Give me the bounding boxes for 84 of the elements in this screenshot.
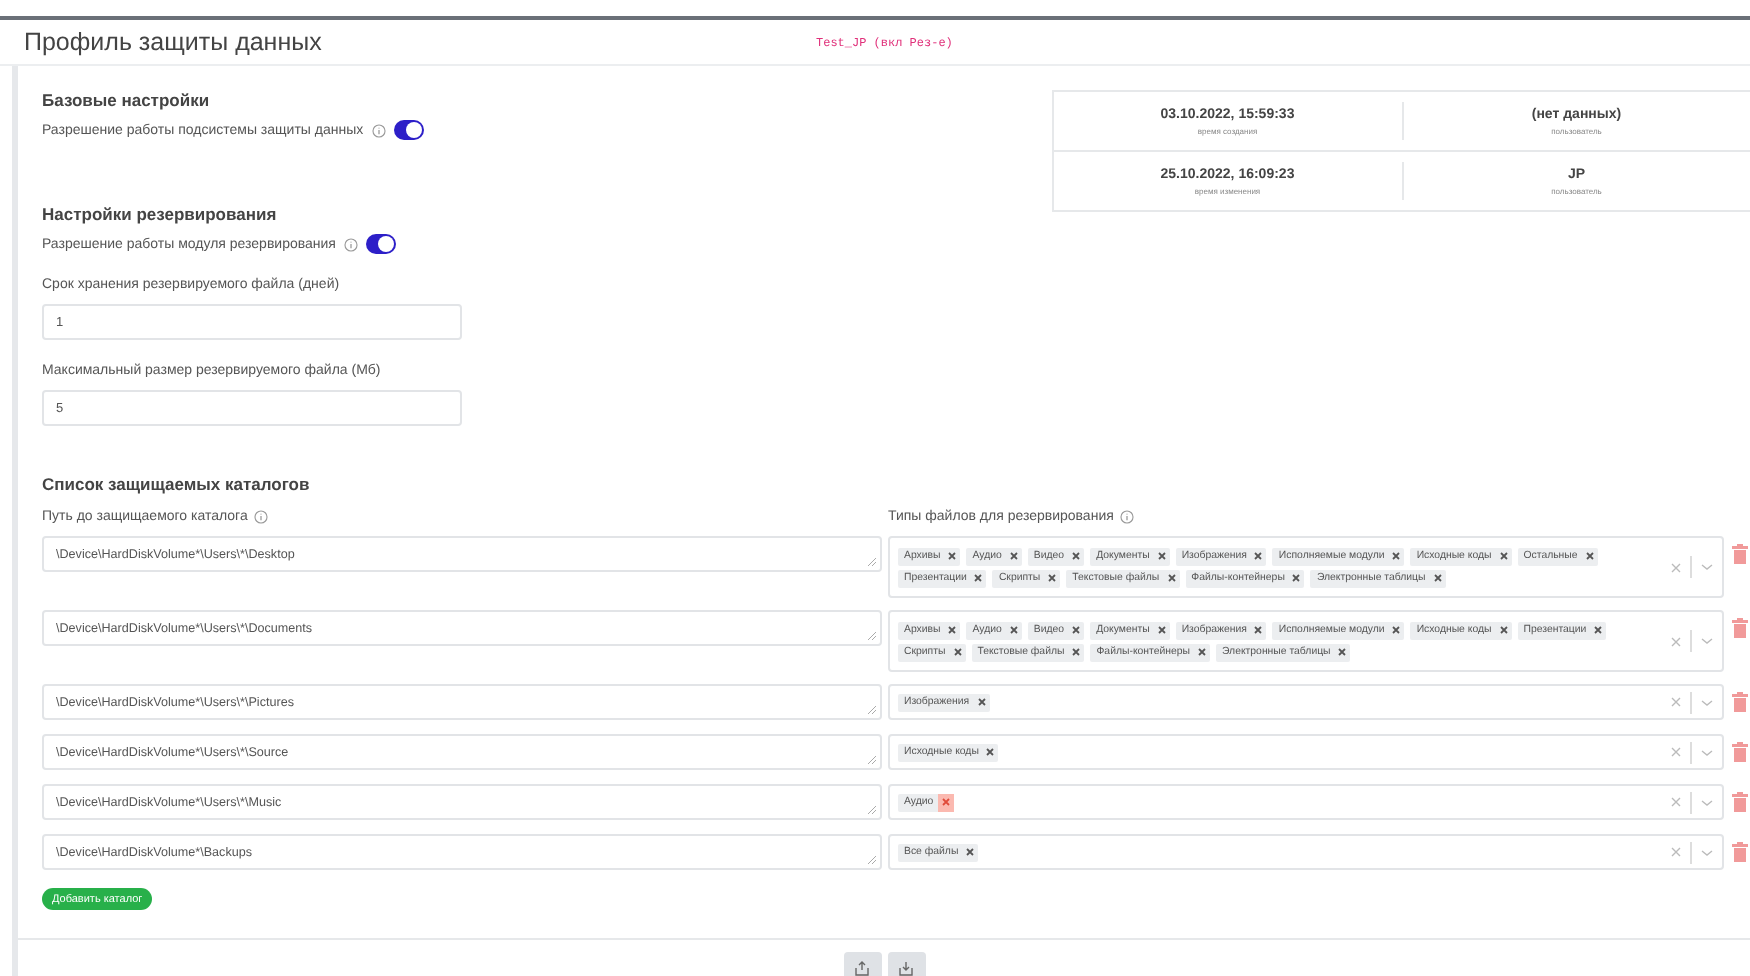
close-icon: [1009, 626, 1018, 634]
page-title: Профиль защиты данных: [24, 28, 324, 56]
close-icon: [1499, 626, 1508, 634]
info-icon: [343, 237, 358, 251]
close-icon: [1254, 552, 1263, 560]
close-icon: [1254, 626, 1263, 634]
close-icon: [1392, 626, 1401, 634]
remove-tag-button[interactable]: [949, 643, 966, 661]
remove-tag-button[interactable]: [1288, 569, 1305, 587]
resize-handle-icon: [868, 558, 876, 566]
resize-handle-icon: [868, 756, 876, 764]
close-icon: [1594, 626, 1603, 634]
remove-tag-button[interactable]: [973, 693, 990, 711]
close-icon: [1392, 552, 1401, 560]
section-heading: Настройки резервирования: [42, 204, 279, 224]
remove-tag-button[interactable]: [937, 793, 954, 811]
close-icon: [974, 574, 983, 582]
section-heading: Список защищаемых каталогов: [42, 474, 312, 494]
remove-tag-button[interactable]: [962, 843, 979, 861]
remove-tag-button[interactable]: [1495, 621, 1512, 639]
close-icon: [1157, 626, 1166, 634]
remove-tag-button[interactable]: [1581, 547, 1598, 565]
download-icon: [898, 960, 914, 976]
upload-icon: [854, 960, 870, 976]
remove-tag-button[interactable]: [1005, 547, 1022, 565]
remove-tag-button[interactable]: [1068, 643, 1085, 661]
trash-icon: [1732, 792, 1748, 812]
remove-tag-button[interactable]: [1153, 621, 1170, 639]
resize-handle-icon: [868, 856, 876, 864]
info-icon: [253, 510, 268, 524]
resize-handle-icon: [868, 806, 876, 814]
remove-tag-button[interactable]: [1153, 547, 1170, 565]
close-icon: [977, 698, 986, 706]
close-icon: [1157, 552, 1166, 560]
resize-handle-icon: [868, 632, 876, 640]
remove-tag-button[interactable]: [1044, 569, 1061, 587]
trash-icon: [1732, 842, 1748, 862]
trash-icon: [1732, 618, 1748, 638]
close-icon: [1433, 574, 1442, 582]
close-icon: [1585, 552, 1594, 560]
remove-tag-button[interactable]: [1590, 621, 1607, 639]
close-icon: [1048, 574, 1057, 582]
toggle-switch[interactable]: [365, 234, 396, 254]
remove-tag-button[interactable]: [1495, 547, 1512, 565]
remove-tag-button[interactable]: [1334, 643, 1351, 661]
close-icon: [1167, 574, 1176, 582]
remove-tag-button[interactable]: [1194, 643, 1210, 661]
remove-tag-button[interactable]: [1068, 547, 1085, 565]
close-icon: [1072, 626, 1081, 634]
resize-handle-icon: [868, 706, 876, 714]
remove-tag-button[interactable]: [1163, 569, 1180, 587]
remove-tag-button[interactable]: [1250, 547, 1267, 565]
section-heading: Базовые настройки: [42, 90, 212, 110]
close-icon: [948, 626, 957, 634]
remove-tag-button[interactable]: [1388, 621, 1405, 639]
remove-tag-button[interactable]: [970, 569, 987, 587]
remove-tag-button[interactable]: [944, 547, 961, 565]
trash-icon: [1732, 544, 1748, 564]
info-icon: [371, 123, 386, 137]
close-icon: [1499, 552, 1508, 560]
close-icon: [1072, 648, 1081, 656]
remove-tag-button[interactable]: [1068, 621, 1085, 639]
close-icon: [941, 798, 950, 806]
close-icon: [948, 552, 957, 560]
toggle-switch[interactable]: [393, 120, 424, 140]
export-button[interactable]: [843, 952, 881, 976]
close-icon: [1292, 574, 1301, 582]
close-icon: [1009, 552, 1018, 560]
close-icon: [966, 848, 975, 856]
close-icon: [1198, 648, 1206, 656]
remove-tag-button[interactable]: [1005, 621, 1022, 639]
import-button[interactable]: [887, 952, 925, 976]
remove-tag-button[interactable]: [1388, 547, 1405, 565]
trash-icon: [1732, 742, 1748, 762]
remove-tag-button[interactable]: [1250, 621, 1267, 639]
remove-tag-button[interactable]: [982, 743, 999, 761]
close-icon: [986, 748, 995, 756]
trash-icon: [1732, 692, 1748, 712]
remove-tag-button[interactable]: [1429, 569, 1446, 587]
close-icon: [1338, 648, 1347, 656]
info-icon: [1119, 510, 1134, 524]
close-icon: [1072, 552, 1081, 560]
remove-tag-button[interactable]: [944, 621, 961, 639]
close-icon: [953, 648, 962, 656]
